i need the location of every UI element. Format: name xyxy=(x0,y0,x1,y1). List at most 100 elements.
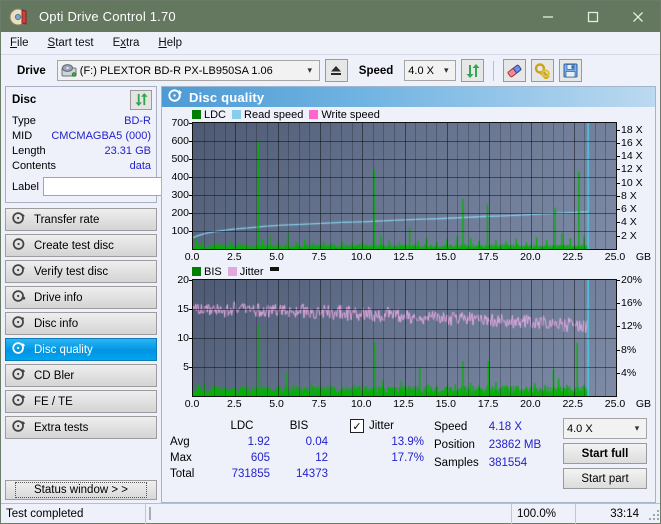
ldc-legend: LDC Read speed Write speed xyxy=(164,108,653,122)
start-full-button[interactable]: Start full xyxy=(563,443,647,464)
x-tick-label: 5.0 xyxy=(269,398,284,410)
speed-value: 4.0 X xyxy=(408,65,439,77)
x-tick-label: 20.0 xyxy=(520,398,540,410)
menu-extra[interactable]: Extra xyxy=(113,35,150,51)
disc-arrow-icon xyxy=(12,211,26,228)
status-window-button[interactable]: Status window > > xyxy=(5,480,157,500)
table-row: Position 23862 MB xyxy=(434,436,541,454)
chevron-down-icon[interactable]: ▾ xyxy=(303,65,317,76)
disc-row-length: Length 23.31 GB xyxy=(12,143,151,158)
progress-percent: 100.0% xyxy=(512,504,576,524)
status-window-label: Status window > > xyxy=(15,482,147,498)
speed-select[interactable]: 4.0 X ▾ xyxy=(404,60,456,81)
chevron-down-icon[interactable]: ▾ xyxy=(439,65,453,76)
stats-bis-max: 12 xyxy=(270,450,328,466)
sidebar-item-label: Disc info xyxy=(34,318,78,330)
disc-quality-icon xyxy=(168,88,183,106)
x-axis-unit: GB xyxy=(636,251,651,263)
sidebar-item-fe-te[interactable]: FE / TE xyxy=(5,390,157,413)
resize-grip[interactable] xyxy=(646,507,660,521)
sidebar-item-disc-info[interactable]: Disc info xyxy=(5,312,157,335)
bis-y-axis-right: 4%8%12%16%20% xyxy=(617,279,653,397)
menu-start-test[interactable]: Start test xyxy=(48,35,104,51)
menu-file[interactable]: FFileile xyxy=(10,35,39,51)
sidebar-item-label: Verify test disc xyxy=(34,266,108,278)
test-speed-select[interactable]: 4.0 X ▾ xyxy=(563,418,647,439)
y-tick-label: 100 xyxy=(171,225,189,237)
progress-bar xyxy=(149,507,151,520)
sidebar-item-create-test-disc[interactable]: Create test disc xyxy=(5,234,157,257)
y-tick-label: 4% xyxy=(621,367,636,379)
sidebar-item-label: Transfer rate xyxy=(34,214,99,226)
stats-col-ldc: LDC xyxy=(214,418,270,434)
ldc-plot[interactable] xyxy=(192,122,617,250)
sidebar-item-transfer-rate[interactable]: Transfer rate xyxy=(5,208,157,231)
sidebar-item-cd-bler[interactable]: CD Bler xyxy=(5,364,157,387)
jitter-max: 17.7% xyxy=(350,450,424,466)
refresh-button[interactable] xyxy=(461,59,484,82)
eject-button[interactable] xyxy=(325,59,348,82)
elapsed-time: 33:14 xyxy=(576,504,644,524)
menu-bar: FFileile Start test Extra Help xyxy=(1,32,660,55)
jitter-header-cell: ✓ Jitter xyxy=(350,418,424,434)
extra-tests-icon xyxy=(12,419,26,436)
bis-plot[interactable] xyxy=(192,279,617,397)
y-tick-label: 14 X xyxy=(621,150,643,162)
save-button[interactable] xyxy=(559,59,582,82)
y-tick-label: 18 X xyxy=(621,124,643,136)
y-tick-label: 16% xyxy=(621,297,642,309)
y-tick-label: 10 X xyxy=(621,177,643,189)
table-row: Avg 1.92 0.04 xyxy=(170,434,328,450)
y-tick-label: 600 xyxy=(171,135,189,147)
table-row: Samples 381554 xyxy=(434,454,541,472)
legend-marker-icon xyxy=(270,267,279,271)
sidebar-item-label: FE / TE xyxy=(34,396,73,408)
disc-row-value: data xyxy=(130,160,151,172)
erase-button[interactable] xyxy=(503,59,526,82)
disc-info-icon xyxy=(12,315,26,332)
disc-refresh-button[interactable] xyxy=(130,90,152,110)
settings-button[interactable] xyxy=(531,59,554,82)
sidebar-item-extra-tests[interactable]: Extra tests xyxy=(5,416,157,439)
close-icon[interactable] xyxy=(615,1,660,32)
drive-select[interactable]: (F:) PLEXTOR BD-R PX-LB950SA 1.06 ▾ xyxy=(57,60,320,81)
fe-te-icon xyxy=(12,393,26,410)
right-stats-table: Speed 4.18 X Position 23862 MB Samples 3… xyxy=(434,418,541,472)
ldc-y-axis-right: 2 X4 X6 X8 X10 X12 X14 X16 X18 X xyxy=(617,122,653,250)
sidebar-item-disc-quality[interactable]: Disc quality xyxy=(5,338,157,361)
drive-value: (F:) PLEXTOR BD-R PX-LB950SA 1.06 xyxy=(80,65,303,77)
disc-row-value: BD-R xyxy=(124,115,151,127)
start-part-button[interactable]: Start part xyxy=(563,468,647,489)
window-controls xyxy=(525,1,660,32)
x-tick-label: 7.5 xyxy=(312,398,327,410)
x-tick-label: 7.5 xyxy=(312,251,327,263)
stats-row-avg: Avg xyxy=(170,434,214,450)
y-tick-label: 700 xyxy=(171,117,189,129)
menu-help[interactable]: Help xyxy=(158,35,192,51)
cd-bler-icon xyxy=(12,367,26,384)
disc-check-icon xyxy=(12,263,26,280)
maximize-icon[interactable] xyxy=(570,1,615,32)
bis-legend: BIS Jitter xyxy=(164,265,653,279)
status-text: Test completed xyxy=(1,504,146,524)
ldc-y-axis-left: 100200300400500600700 xyxy=(164,122,192,250)
chevron-down-icon[interactable]: ▾ xyxy=(630,423,644,434)
sidebar-item-drive-info[interactable]: Drive info xyxy=(5,286,157,309)
x-tick-label: 12.5 xyxy=(393,398,413,410)
sidebar: Disc Type BD-R MID CMCM xyxy=(5,86,157,503)
legend-jitter: Jitter xyxy=(228,266,264,278)
stats-col-bis: BIS xyxy=(270,418,328,434)
y-tick-label: 10 xyxy=(177,332,189,344)
y-tick-label: 12 X xyxy=(621,163,643,175)
sidebar-item-label: Extra tests xyxy=(34,422,88,434)
nav-list: Transfer rate Create test disc Verify te… xyxy=(5,208,157,439)
x-tick-label: 0.0 xyxy=(185,398,200,410)
jitter-checkbox[interactable]: ✓ xyxy=(350,419,364,433)
table-row: Total 731855 14373 xyxy=(170,466,328,482)
drive-info-icon xyxy=(12,289,26,306)
minimize-icon[interactable] xyxy=(525,1,570,32)
x-tick-label: 10.0 xyxy=(351,251,371,263)
y-tick-label: 300 xyxy=(171,189,189,201)
sidebar-item-verify-test-disc[interactable]: Verify test disc xyxy=(5,260,157,283)
bis-chart-row: 5101520 4%8%12%16%20% xyxy=(164,279,653,397)
